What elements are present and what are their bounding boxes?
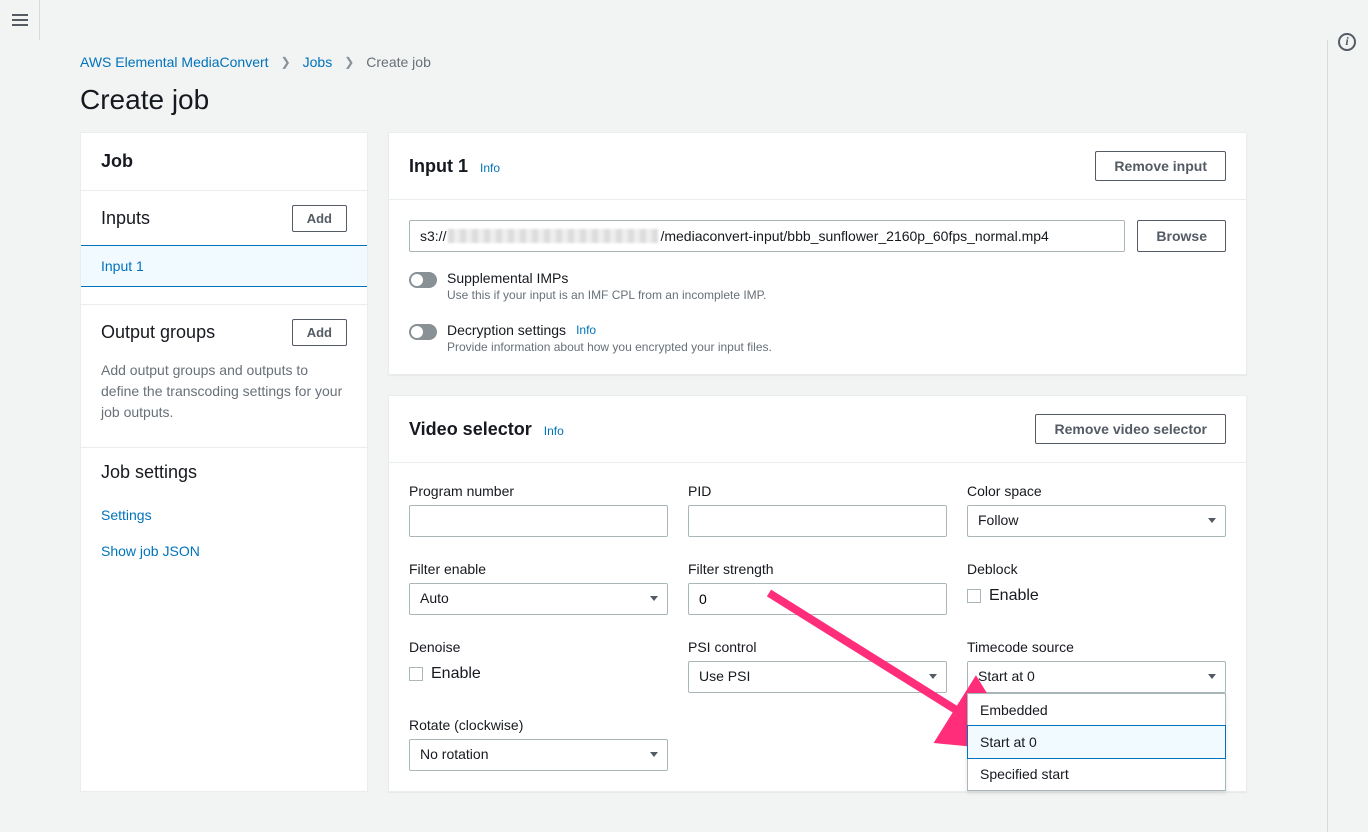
denoise-enable-label: Enable [431, 665, 481, 683]
supplemental-imps-toggle[interactable] [409, 272, 437, 288]
psi-control-select[interactable]: Use PSI [688, 661, 947, 693]
filter-strength-input[interactable] [688, 583, 947, 615]
sidebar-item-input-1[interactable]: Input 1 [81, 245, 367, 287]
sidebar-output-groups-desc: Add output groups and outputs to define … [81, 360, 367, 447]
pid-input[interactable] [688, 505, 947, 537]
sidebar: Job Inputs Add Input 1 Output groups Add… [80, 132, 368, 792]
program-number-input[interactable] [409, 505, 668, 537]
supplemental-imps-label: Supplemental IMPs [447, 270, 1226, 286]
input-info-link[interactable]: Info [480, 161, 500, 175]
video-selector-panel: Video selector Info Remove video selecto… [388, 395, 1247, 792]
timecode-option-embedded[interactable]: Embedded [968, 694, 1225, 726]
denoise-checkbox[interactable] [409, 667, 423, 681]
deblock-enable-label: Enable [989, 587, 1039, 605]
timecode-option-start-at-0[interactable]: Start at 0 [967, 725, 1226, 759]
add-input-button[interactable]: Add [292, 205, 347, 232]
hamburger-icon [12, 14, 28, 26]
filter-strength-label: Filter strength [688, 561, 947, 577]
deblock-label: Deblock [967, 561, 1226, 577]
timecode-source-label: Timecode source [967, 639, 1226, 655]
video-selector-title: Video selector [409, 419, 532, 440]
sidebar-show-json-link[interactable]: Show job JSON [81, 533, 367, 569]
chevron-right-icon: ❯ [281, 55, 291, 69]
rotate-select[interactable]: No rotation [409, 739, 668, 771]
decryption-toggle[interactable] [409, 324, 437, 340]
breadcrumb-jobs[interactable]: Jobs [303, 54, 333, 70]
chevron-right-icon: ❯ [344, 55, 354, 69]
color-space-label: Color space [967, 483, 1226, 499]
decryption-info-link[interactable]: Info [576, 323, 596, 337]
denoise-label: Denoise [409, 639, 668, 655]
filter-enable-label: Filter enable [409, 561, 668, 577]
input-panel-title: Input 1 [409, 156, 468, 177]
video-selector-info-link[interactable]: Info [544, 424, 564, 438]
rotate-label: Rotate (clockwise) [409, 717, 668, 733]
color-space-select[interactable]: Follow [967, 505, 1226, 537]
pid-label: PID [688, 483, 947, 499]
remove-input-button[interactable]: Remove input [1095, 151, 1226, 181]
decryption-desc: Provide information about how you encryp… [447, 340, 1226, 354]
breadcrumb-current: Create job [366, 54, 431, 70]
page-info-icon[interactable]: i [1338, 32, 1358, 52]
hamburger-menu[interactable] [0, 0, 40, 40]
sidebar-job-header: Job [81, 133, 367, 190]
timecode-option-specified[interactable]: Specified start [968, 758, 1225, 790]
timecode-source-select[interactable]: Start at 0 [967, 661, 1226, 693]
sidebar-settings-link[interactable]: Settings [81, 497, 367, 533]
sidebar-inputs-label: Inputs [101, 208, 150, 229]
decryption-label: Decryption settings [447, 322, 566, 338]
add-output-group-button[interactable]: Add [292, 319, 347, 346]
sidebar-output-groups-label: Output groups [101, 322, 215, 343]
supplemental-imps-desc: Use this if your input is an IMF CPL fro… [447, 288, 1226, 302]
timecode-source-dropdown: Embedded Start at 0 Specified start [967, 693, 1226, 791]
filter-enable-select[interactable]: Auto [409, 583, 668, 615]
input-url-field[interactable]: s3:// /mediaconvert-input/bbb_sunflower_… [409, 220, 1125, 252]
program-number-label: Program number [409, 483, 668, 499]
deblock-checkbox[interactable] [967, 589, 981, 603]
remove-video-selector-button[interactable]: Remove video selector [1035, 414, 1226, 444]
psi-control-label: PSI control [688, 639, 947, 655]
breadcrumb: AWS Elemental MediaConvert ❯ Jobs ❯ Crea… [80, 40, 1247, 84]
input-panel: Input 1 Info Remove input s3:// /mediaco… [388, 132, 1247, 375]
breadcrumb-root[interactable]: AWS Elemental MediaConvert [80, 54, 269, 70]
redacted-bucket [448, 229, 658, 243]
sidebar-job-settings-label: Job settings [101, 462, 197, 483]
browse-button[interactable]: Browse [1137, 220, 1226, 252]
page-title: Create job [80, 84, 1247, 116]
